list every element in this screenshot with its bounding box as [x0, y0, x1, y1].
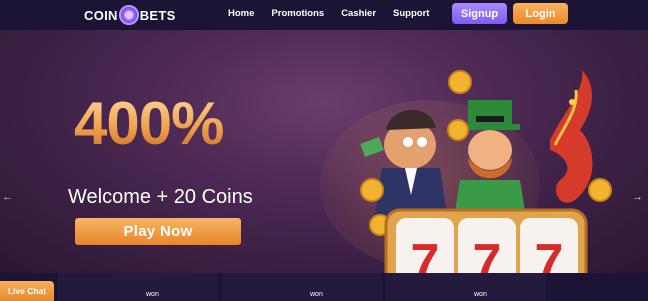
bonus-subheading: Welcome + 20 Coins — [68, 186, 253, 208]
reel-2-symbol: 7 — [473, 234, 502, 273]
win-label: won — [474, 291, 487, 298]
logo-text-left: COIN — [84, 7, 118, 23]
signup-button[interactable]: Signup — [452, 3, 507, 24]
win-card[interactable]: won — [58, 273, 218, 301]
dragon-icon — [550, 70, 593, 203]
logo-text-right: BETS — [139, 7, 176, 23]
reel-1-symbol: 7 — [411, 234, 440, 273]
win-card[interactable]: won — [386, 273, 546, 301]
slot-reels: 7 7 7 — [384, 208, 588, 273]
casino-chip-icon — [118, 5, 139, 25]
nav-support-link[interactable]: Support — [393, 8, 429, 19]
login-button[interactable]: Login — [513, 3, 568, 24]
live-chat-button[interactable]: Live Chat — [0, 281, 54, 301]
promo-banner: 400% Welcome + 20 Coins Play Now ← → 7 7… — [0, 30, 648, 273]
main-nav: Home Promotions Cashier Support — [228, 8, 429, 19]
win-card[interactable]: won — [222, 273, 382, 301]
nav-promotions-link[interactable]: Promotions — [271, 8, 324, 19]
play-now-button[interactable]: Play Now — [75, 218, 241, 245]
top-navigation-bar: COIN BETS Home Promotions Cashier Suppor… — [0, 0, 648, 30]
bonus-headline: 400% — [74, 90, 224, 157]
carousel-next-arrow-icon[interactable]: → — [632, 191, 643, 203]
nav-home-link[interactable]: Home — [228, 8, 254, 19]
slot-machine-illustration: 7 7 7 — [360, 70, 612, 273]
win-label: won — [310, 291, 323, 298]
recent-wins-strip: won won won — [0, 273, 648, 301]
nav-cashier-link[interactable]: Cashier — [341, 8, 376, 19]
site-logo[interactable]: COIN BETS — [84, 4, 176, 26]
reel-3-symbol: 7 — [535, 234, 564, 273]
win-label: won — [146, 291, 159, 298]
carousel-prev-arrow-icon[interactable]: ← — [2, 191, 13, 203]
